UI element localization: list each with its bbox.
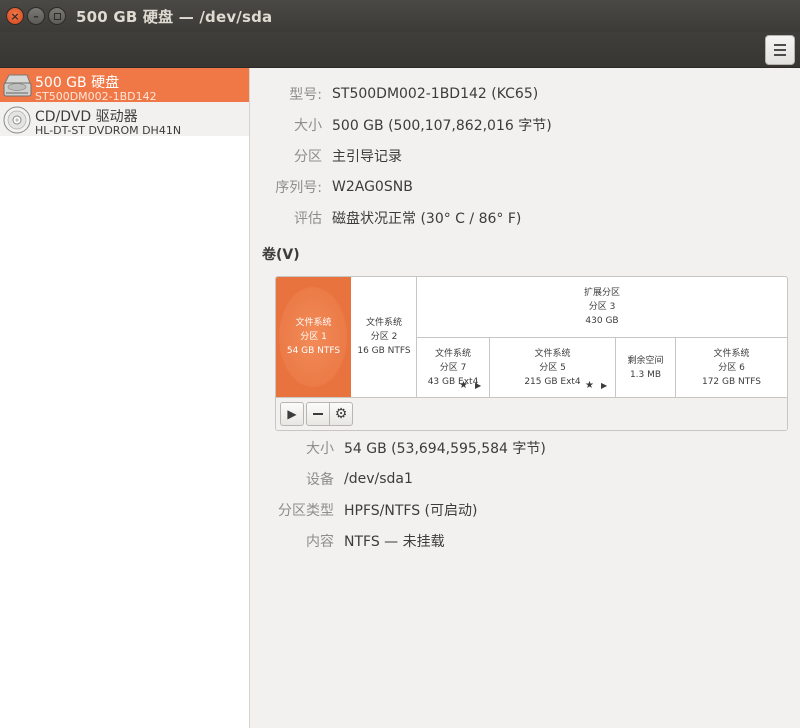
title-bar: × – 500 GB 硬盘 — /dev/sda (0, 0, 800, 32)
drive-item-optical[interactable]: CD/DVD 驱动器 HL-DT-ST DVDROM DH41N (0, 102, 249, 136)
partition-settings-button[interactable]: ⚙ (329, 402, 353, 426)
partition-1-type: 文件系统 (295, 318, 332, 328)
extended-partition-name: 分区 3 (588, 302, 616, 312)
partition-5-type: 文件系统 (534, 348, 571, 359)
partition-1-block[interactable]: 文件系统 分区 1 54 GB NTFS (276, 277, 351, 397)
disk-detail-panel: 型号: ST500DM002-1BD142 (KC65) 大小 500 GB (… (250, 68, 800, 728)
partition-type-value: HPFS/NTFS (可启动) (344, 502, 478, 519)
device-value: /dev/sda1 (344, 470, 413, 487)
contents-row: 内容 NTFS — 未挂载 (250, 525, 800, 556)
serial-label: 序列号: (275, 179, 322, 196)
partition-7-type: 文件系统 (434, 348, 471, 359)
partition-1-size: 54 GB NTFS (286, 346, 341, 356)
close-icon: × (10, 9, 20, 23)
maximize-icon (53, 12, 61, 20)
partition-5-size: 215 GB Ext4 (524, 376, 581, 387)
free-space-size: 1.3 MB (629, 369, 662, 380)
drive-name: CD/DVD 驱动器 (35, 109, 138, 125)
star-icon: ★ (459, 380, 468, 391)
assessment-value: 磁盘状况正常 (30° C / 86° F) (332, 210, 522, 227)
hamburger-icon (774, 44, 786, 46)
size-row: 大小 500 GB (500,107,862,016 字节) (250, 109, 800, 140)
partitioning-label: 分区 (294, 148, 322, 165)
model-row: 型号: ST500DM002-1BD142 (KC65) (250, 78, 800, 109)
maximize-button[interactable] (48, 7, 66, 25)
partition-size-value: 54 GB (53,694,595,584 字节) (344, 440, 546, 457)
extended-partition-type: 扩展分区 (583, 288, 620, 298)
drive-model: ST500DM002-1BD142 (35, 90, 157, 103)
assessment-row: 评估 磁盘状况正常 (30° C / 86° F) (250, 202, 800, 233)
play-arrow-icon: ▶ (475, 381, 482, 390)
menu-button[interactable] (765, 35, 795, 65)
assessment-label: 评估 (294, 210, 322, 227)
partition-7-size: 43 GB Ext4 (427, 376, 479, 387)
partition-1-name: 分区 1 (300, 332, 327, 342)
device-row: 设备 /dev/sda1 (250, 463, 800, 494)
partition-7-name: 分区 7 (439, 362, 467, 373)
partition-5-block[interactable]: 文件系统 分区 5 215 GB Ext4 (490, 338, 615, 397)
partition-size-row: 大小 54 GB (53,694,595,584 字节) (250, 432, 800, 463)
partition-2-name: 分区 2 (370, 332, 398, 342)
drive-model: HL-DT-ST DVDROM DH41N (35, 124, 182, 137)
delete-partition-button[interactable] (306, 402, 330, 426)
window-controls: × – (6, 7, 66, 25)
partition-2-block[interactable]: 文件系统 分区 2 16 GB NTFS (352, 277, 416, 397)
close-button[interactable]: × (6, 7, 24, 25)
play-arrow-icon: ▶ (601, 381, 608, 390)
size-value: 500 GB (500,107,862,016 字节) (332, 117, 552, 134)
partition-6-block[interactable]: 文件系统 分区 6 172 GB NTFS (676, 338, 787, 397)
free-space-block[interactable]: 剩余空间 1.3 MB (616, 338, 675, 397)
contents-label: 内容 (306, 533, 334, 550)
model-label: 型号: (289, 86, 322, 103)
partition-type-row: 分区类型 HPFS/NTFS (可启动) (250, 494, 800, 525)
gear-icon: ⚙ (334, 406, 348, 422)
model-value: ST500DM002-1BD142 (KC65) (332, 85, 539, 102)
minimize-button[interactable]: – (27, 7, 45, 25)
disk-properties: 型号: ST500DM002-1BD142 (KC65) 大小 500 GB (… (250, 78, 800, 233)
partition-6-type: 文件系统 (713, 348, 750, 359)
partitioning-value: 主引导记录 (332, 148, 402, 165)
free-space-label: 剩余空间 (627, 355, 664, 366)
hard-disk-icon (3, 74, 32, 97)
extended-partition-block[interactable]: 扩展分区 分区 3 430 GB (417, 277, 787, 337)
extended-partition-size: 430 GB (585, 316, 619, 326)
drive-name: 500 GB 硬盘 (35, 75, 120, 91)
partition-details: 大小 54 GB (53,694,595,584 字节) 设备 /dev/sda… (250, 432, 800, 556)
window-title: 500 GB 硬盘 — /dev/sda (76, 7, 273, 26)
partition-type-label: 分区类型 (278, 502, 334, 519)
device-label: 设备 (306, 471, 334, 488)
partition-2-type: 文件系统 (365, 318, 402, 328)
partition-6-size: 172 GB NTFS (701, 376, 761, 387)
volume-map: 文件系统 分区 1 54 GB NTFS 文件系统 分区 2 16 GB NTF… (275, 276, 788, 431)
size-label: 大小 (294, 117, 322, 134)
drive-item-hard-disk[interactable]: 500 GB 硬盘 ST500DM002-1BD142 (0, 68, 249, 102)
volume-toolbar: ▶ ⚙ (276, 397, 787, 430)
partitioning-row: 分区 主引导记录 (250, 140, 800, 171)
serial-value: W2AG0SNB (332, 178, 413, 195)
minus-icon (313, 413, 323, 415)
partition-5-name: 分区 5 (539, 362, 566, 373)
partition-6-name: 分区 6 (718, 362, 745, 373)
serial-row: 序列号: W2AG0SNB (250, 171, 800, 202)
star-icon: ★ (585, 380, 594, 391)
contents-value: NTFS — 未挂载 (344, 533, 445, 550)
partition-size-label: 大小 (306, 440, 334, 457)
partition-2-size: 16 GB NTFS (357, 346, 411, 356)
drive-list: 500 GB 硬盘 ST500DM002-1BD142 CD/DVD 驱动器 H… (0, 68, 250, 728)
optical-disc-icon (3, 106, 31, 134)
play-icon: ▶ (287, 407, 297, 421)
header-bar (0, 32, 800, 68)
mount-button[interactable]: ▶ (280, 402, 304, 426)
volumes-heading: 卷(V) (262, 247, 300, 263)
minimize-icon: – (33, 9, 39, 23)
